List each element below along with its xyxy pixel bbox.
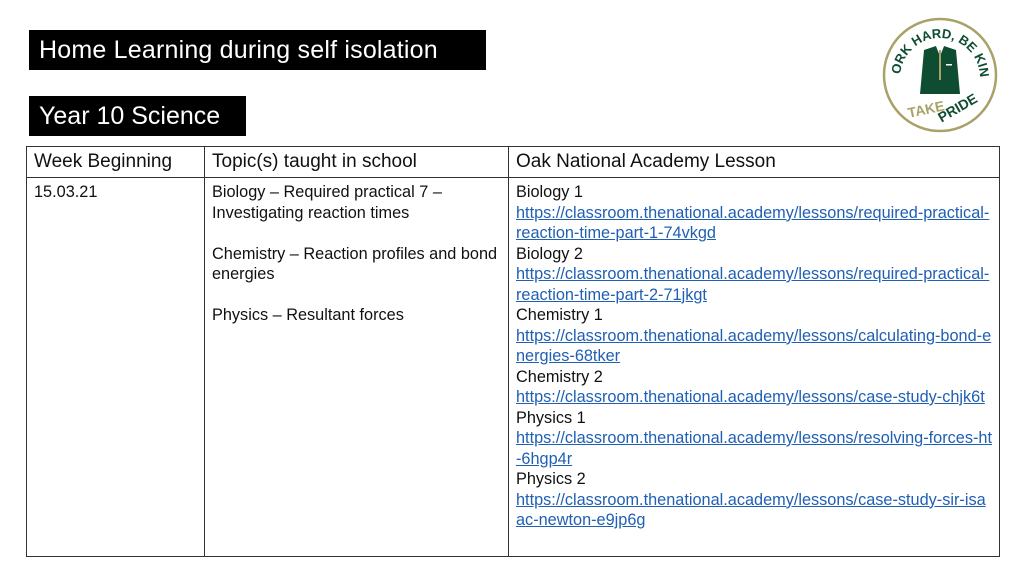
school-crest-blazer-icon: WORK HARD, BE KIND TAKE PRIDE xyxy=(874,4,998,133)
page-title: Home Learning during self isolation xyxy=(29,30,486,70)
lesson-link-physics-1[interactable]: https://classroom.thenational.academy/le… xyxy=(516,428,992,469)
lesson-link-biology-1[interactable]: https://classroom.thenational.academy/le… xyxy=(516,203,992,244)
lesson-link-physics-2[interactable]: https://classroom.thenational.academy/le… xyxy=(516,490,992,531)
table-row: 15.03.21 Biology – Required practical 7 … xyxy=(26,177,1000,557)
lesson-link-chemistry-1[interactable]: https://classroom.thenational.academy/le… xyxy=(516,326,992,367)
lesson-label-biology-2: Biology 2 xyxy=(516,244,583,263)
lesson-label-biology-1: Biology 1 xyxy=(516,183,583,201)
lesson-link-biology-2[interactable]: https://classroom.thenational.academy/le… xyxy=(516,264,992,305)
page-subtitle: Year 10 Science xyxy=(29,96,246,136)
lesson-label-physics-1: Physics 1 xyxy=(516,408,586,427)
header-oak-lesson: Oak National Academy Lesson xyxy=(508,146,1000,178)
home-learning-table: Week Beginning Topic(s) taught in school… xyxy=(26,146,1000,557)
topic-biology: Biology – Required practical 7 – Investi… xyxy=(212,183,442,222)
lesson-label-chemistry-2: Chemistry 2 xyxy=(516,367,603,386)
lessons-cell: Biology 1 https://classroom.thenational.… xyxy=(508,177,1000,557)
lesson-label-chemistry-1: Chemistry 1 xyxy=(516,306,603,324)
header-week-beginning: Week Beginning xyxy=(26,146,205,178)
header-topics: Topic(s) taught in school xyxy=(204,146,509,178)
lesson-label-physics-2: Physics 2 xyxy=(516,470,586,488)
topics-cell: Biology – Required practical 7 – Investi… xyxy=(204,177,509,557)
week-cell: 15.03.21 xyxy=(26,177,205,557)
school-logo: WORK HARD, BE KIND TAKE PRIDE xyxy=(874,4,1000,134)
topic-physics: Physics – Resultant forces xyxy=(212,306,404,324)
lesson-link-chemistry-2[interactable]: https://classroom.thenational.academy/le… xyxy=(516,387,992,408)
topic-chemistry: Chemistry – Reaction profiles and bond e… xyxy=(212,244,498,284)
table-header-row: Week Beginning Topic(s) taught in school… xyxy=(26,146,1000,178)
